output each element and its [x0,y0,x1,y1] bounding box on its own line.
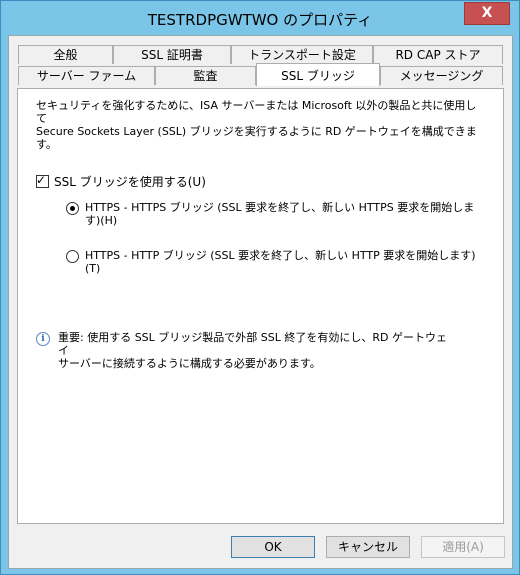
important-note-text: 重要: 使用する SSL ブリッジ製品で外部 SSL 終了を有効にし、RD ゲー… [58,331,456,370]
close-button[interactable]: X [464,2,510,25]
apply-button[interactable]: 適用(A) [421,536,505,558]
ok-button[interactable]: OK [231,536,315,558]
description-text: セキュリティを強化するために、ISA サーバーまたは Microsoft 以外の… [36,99,486,151]
description-line: セキュリティを強化するために、ISA サーバーまたは Microsoft 以外の… [36,99,477,125]
tab-rd-cap-store[interactable]: RD CAP ストア [373,45,503,64]
note-line: サーバーに接続するように構成する必要があります。 [58,357,321,370]
https-http-radio[interactable] [66,250,79,263]
title-bar[interactable]: TESTRDPGWTWO のプロパティ X [1,1,519,35]
ssl-bridging-panel: セキュリティを強化するために、ISA サーバーまたは Microsoft 以外の… [17,88,504,524]
https-https-bridge-option[interactable]: HTTPS - HTTPS ブリッジ (SSL 要求を終了し、新しい HTTPS… [66,201,481,227]
note-line: 重要: 使用する SSL ブリッジ製品で外部 SSL 終了を有効にし、RD ゲー… [58,331,447,357]
use-ssl-bridge-option[interactable]: ✓ SSL ブリッジを使用する(U) [36,173,206,190]
cancel-button[interactable]: キャンセル [326,536,410,558]
use-ssl-bridge-checkbox[interactable]: ✓ [36,173,49,188]
https-http-bridge-option[interactable]: HTTPS - HTTP ブリッジ (SSL 要求を終了し、新しい HTTP 要… [66,249,481,275]
tab-transport-settings[interactable]: トランスポート設定 [231,45,373,64]
close-icon: X [481,5,493,21]
tab-messaging[interactable]: メッセージング [380,66,503,85]
tab-ssl-certificate[interactable]: SSL 証明書 [113,45,231,64]
tab-ssl-bridging[interactable]: SSL ブリッジ [256,63,380,86]
window-title: TESTRDPGWTWO のプロパティ [147,11,373,29]
description-line: Secure Sockets Layer (SSL) ブリッジを実行するように … [36,125,477,151]
tab-row-bottom: サーバー ファーム 監査 SSL ブリッジ メッセージング [18,63,503,86]
properties-window: TESTRDPGWTWO のプロパティ X 全般 SSL 証明書 トランスポート… [0,0,520,575]
tab-server-farm[interactable]: サーバー ファーム [18,66,155,85]
radio-selected-dot [70,206,75,211]
use-ssl-bridge-label: SSL ブリッジを使用する(U) [54,175,206,189]
important-note: i 重要: 使用する SSL ブリッジ製品で外部 SSL 終了を有効にし、RD … [36,331,456,370]
https-https-label: HTTPS - HTTPS ブリッジ (SSL 要求を終了し、新しい HTTPS… [85,201,475,227]
checkmark-icon: ✓ [36,173,47,187]
tab-auditing[interactable]: 監査 [155,66,256,85]
info-icon: i [36,332,50,346]
tab-row-top: 全般 SSL 証明書 トランスポート設定 RD CAP ストア [18,45,503,65]
tab-general[interactable]: 全般 [18,45,113,64]
dialog-client-area: 全般 SSL 証明書 トランスポート設定 RD CAP ストア サーバー ファー… [8,35,513,569]
https-http-label: HTTPS - HTTP ブリッジ (SSL 要求を終了し、新しい HTTP 要… [85,249,476,275]
https-https-radio[interactable] [66,202,79,215]
